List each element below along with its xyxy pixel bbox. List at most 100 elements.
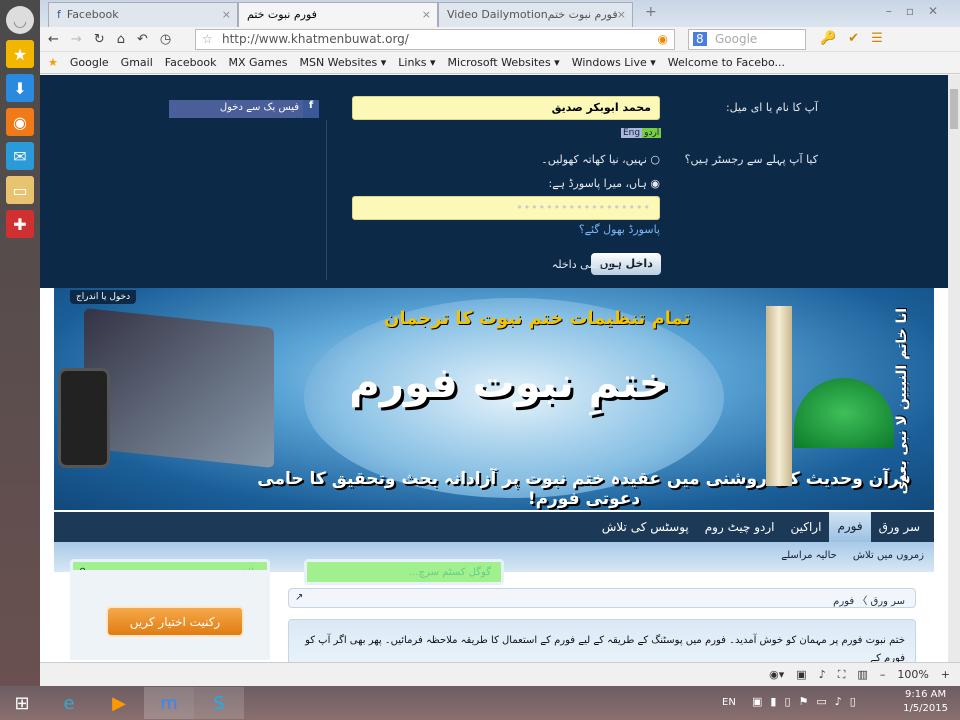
welcome-notice: ختم نبوت فورم پر مہمان کو خوش آمدید۔ فور… <box>288 619 916 662</box>
radio-yes[interactable]: ◉ ہاں، میرا پاسورڈ ہے: <box>549 177 660 190</box>
bookmark-star-icon[interactable]: ☆ <box>202 32 213 46</box>
lang-urdu[interactable]: اردو <box>642 128 662 138</box>
chat-icon[interactable]: ✉ <box>6 142 34 170</box>
bookmark-gmail[interactable]: Gmail <box>121 56 153 69</box>
bookmark-mx-games[interactable]: MX Games <box>228 56 287 69</box>
page-icon[interactable]: ▣ <box>796 668 806 681</box>
start-button[interactable]: ⊞ <box>0 687 44 719</box>
gamepad-icon[interactable]: ✚ <box>6 210 34 238</box>
skype-icon[interactable]: S <box>194 687 244 719</box>
ie-icon[interactable]: e <box>44 687 94 719</box>
bookmark-facebook[interactable]: Facebook <box>165 56 217 69</box>
nav-forum[interactable]: فورم <box>829 512 871 542</box>
web-page: آپ کا نام یا ای میل: محمد ابوبکر صدیق En… <box>40 75 948 662</box>
lang-eng[interactable]: Eng <box>621 128 643 138</box>
tab-facebook[interactable]: f Facebook × <box>48 2 238 27</box>
undo-icon[interactable]: ↶ <box>137 32 148 47</box>
fullscreen-icon[interactable]: ⛶ <box>838 668 846 682</box>
phone-image <box>58 368 110 468</box>
breadcrumb-home[interactable]: سر ورق <box>871 596 906 607</box>
google-icon: 8 <box>693 32 707 46</box>
vertical-scrollbar[interactable] <box>948 75 960 662</box>
close-icon[interactable]: × <box>222 8 231 21</box>
name-label: آپ کا نام یا ای میل: <box>725 101 818 114</box>
bookmark-windows-live[interactable]: Windows Live ▾ <box>572 56 656 69</box>
window-icon[interactable]: ▭ <box>6 176 34 204</box>
toolbar-icons[interactable]: 🔑✔☰ <box>820 31 895 46</box>
smiley-icon[interactable]: ◡ <box>6 6 34 34</box>
window-controls[interactable]: –▫✕ <box>886 4 952 18</box>
facebook-icon: f <box>303 100 319 118</box>
star-icon: ★ <box>48 56 58 69</box>
zoom-out-button[interactable]: – <box>880 668 886 681</box>
username-input[interactable]: محمد ابوبکر صدیق <box>352 96 660 120</box>
scrollbar-thumb[interactable] <box>950 89 958 129</box>
taskbar: ⊞ e ▶ m S EN ▣▮▯⚑▭♪▯ 9:16 AM 1/5/2015 <box>0 686 960 720</box>
site-banner: دخول یا اندراج تمام تنظیمات ختم نبوت کا … <box>54 288 934 510</box>
jump-icon[interactable]: ↗ <box>295 592 303 603</box>
subnav-category-search[interactable]: زمروں میں تلاش <box>853 550 924 564</box>
bookmark-links[interactable]: Links ▾ <box>398 56 435 69</box>
bookmarks-bar: ★ Google Gmail Facebook MX Games MSN Web… <box>40 52 960 74</box>
rss-icon[interactable]: ◉ <box>658 32 668 46</box>
green-dome-image <box>794 378 894 448</box>
nav-search-posts[interactable]: پوسٹس کی تلاش <box>594 513 697 541</box>
addon-icon[interactable]: ◉▾ <box>769 668 784 681</box>
divider <box>326 120 327 280</box>
rss-icon[interactable]: ◉ <box>6 108 34 136</box>
breadcrumb-forum[interactable]: فورم <box>833 596 854 607</box>
media-player-icon[interactable]: ▶ <box>94 687 144 719</box>
breadcrumb: سر ورق 〉 فورم ↗ <box>288 588 916 608</box>
subnav-recent-posts[interactable]: حالیہ مراسلے <box>781 550 837 564</box>
nav-home[interactable]: سر ورق <box>871 513 928 541</box>
download-icon[interactable]: ⬇ <box>6 74 34 102</box>
reload-icon[interactable]: ↻ <box>94 32 105 47</box>
status-bar: ◉▾ ▣ ♪ ⛶ ▥ –100% + <box>40 662 960 686</box>
registered-label: کیا آپ پہلے سے رجسٹر ہیں؟ <box>684 153 818 166</box>
remember-checkbox[interactable]: ☐ دائمی داخلہ <box>552 258 620 271</box>
facebook-icon: f <box>57 8 61 21</box>
google-search-input[interactable]: گوگل کسٹم سرچ... <box>304 559 504 585</box>
clock[interactable]: 9:16 AM 1/5/2015 <box>903 688 948 716</box>
search-box[interactable]: 8 Google <box>688 29 806 50</box>
site-logo-title[interactable]: ختمِ نبوت فورم <box>314 358 704 407</box>
forgot-password-link[interactable]: پاسورڈ بھول گئے؟ <box>579 223 660 236</box>
bookmark-microsoft[interactable]: Microsoft Websites ▾ <box>448 56 560 69</box>
banner-subtitle: تمام تنظیمات ختم نبوت کا ترجمان <box>384 308 691 329</box>
columns-icon[interactable]: ▥ <box>857 668 867 681</box>
nav-members[interactable]: اراکین <box>783 513 830 541</box>
maxthon-icon[interactable]: m <box>144 687 194 719</box>
close-icon[interactable]: × <box>617 8 626 21</box>
back-icon[interactable]: ← <box>48 32 59 47</box>
bookmark-welcome-facebook[interactable]: Welcome to Facebo... <box>668 56 785 69</box>
zoom-level: 100% <box>897 668 929 681</box>
banner-tagline: قرآن وحدیث کی روشنی میں عقیدہ ختم نبوت پ… <box>257 469 911 509</box>
forward-icon[interactable]: → <box>71 32 82 47</box>
tray-icons[interactable]: ▣▮▯⚑▭♪▯ <box>752 695 864 708</box>
address-bar[interactable]: ☆ http://www.khatmenbuwat.org/◉ <box>195 29 675 50</box>
login-panel: آپ کا نام یا ای میل: محمد ابوبکر صدیق En… <box>40 75 948 288</box>
bookmark-msn[interactable]: MSN Websites ▾ <box>299 56 386 69</box>
history-icon[interactable]: ◷ <box>160 32 171 47</box>
minaret-image <box>766 306 792 486</box>
language-toggle: Eng اردو <box>621 128 662 138</box>
home-icon[interactable]: ⌂ <box>117 32 125 47</box>
main-navigation: سر ورق فورم اراکین اردو چیٹ روم پوسٹس کی… <box>54 512 934 542</box>
speaker-icon[interactable]: ♪ <box>819 668 826 681</box>
close-icon[interactable]: × <box>422 8 431 21</box>
language-indicator[interactable]: EN <box>722 697 736 708</box>
app-sidebar: ◡ ★ ⬇ ◉ ✉ ▭ ✚ <box>0 0 40 686</box>
zoom-in-button[interactable]: + <box>941 668 950 681</box>
new-tab-button[interactable]: + <box>645 4 657 20</box>
radio-no[interactable]: ○ نہیں، نیا کھاتہ کھولیں۔ <box>541 153 660 166</box>
nav-chat-room[interactable]: اردو چیٹ روم <box>697 513 783 541</box>
password-input[interactable]: •••••••••••••••••• <box>352 196 660 220</box>
star-icon[interactable]: ★ <box>6 40 34 68</box>
browser-window: f Facebook × فورم نبوت ختم × Video Dailymot… <box>40 0 960 686</box>
tab-dailymotion[interactable]: Video Dailymotionفورم نبوت ختم ... × <box>438 2 633 34</box>
login-register-tab[interactable]: دخول یا اندراج <box>70 290 137 304</box>
register-button[interactable]: رکنیت اختیار کریں <box>106 606 244 637</box>
bookmark-google[interactable]: Google <box>70 56 109 69</box>
facebook-login-button[interactable]: f فیس بک سے دخول <box>169 100 319 118</box>
tab-khatmenbuwat[interactable]: فورم نبوت ختم × <box>238 2 438 27</box>
